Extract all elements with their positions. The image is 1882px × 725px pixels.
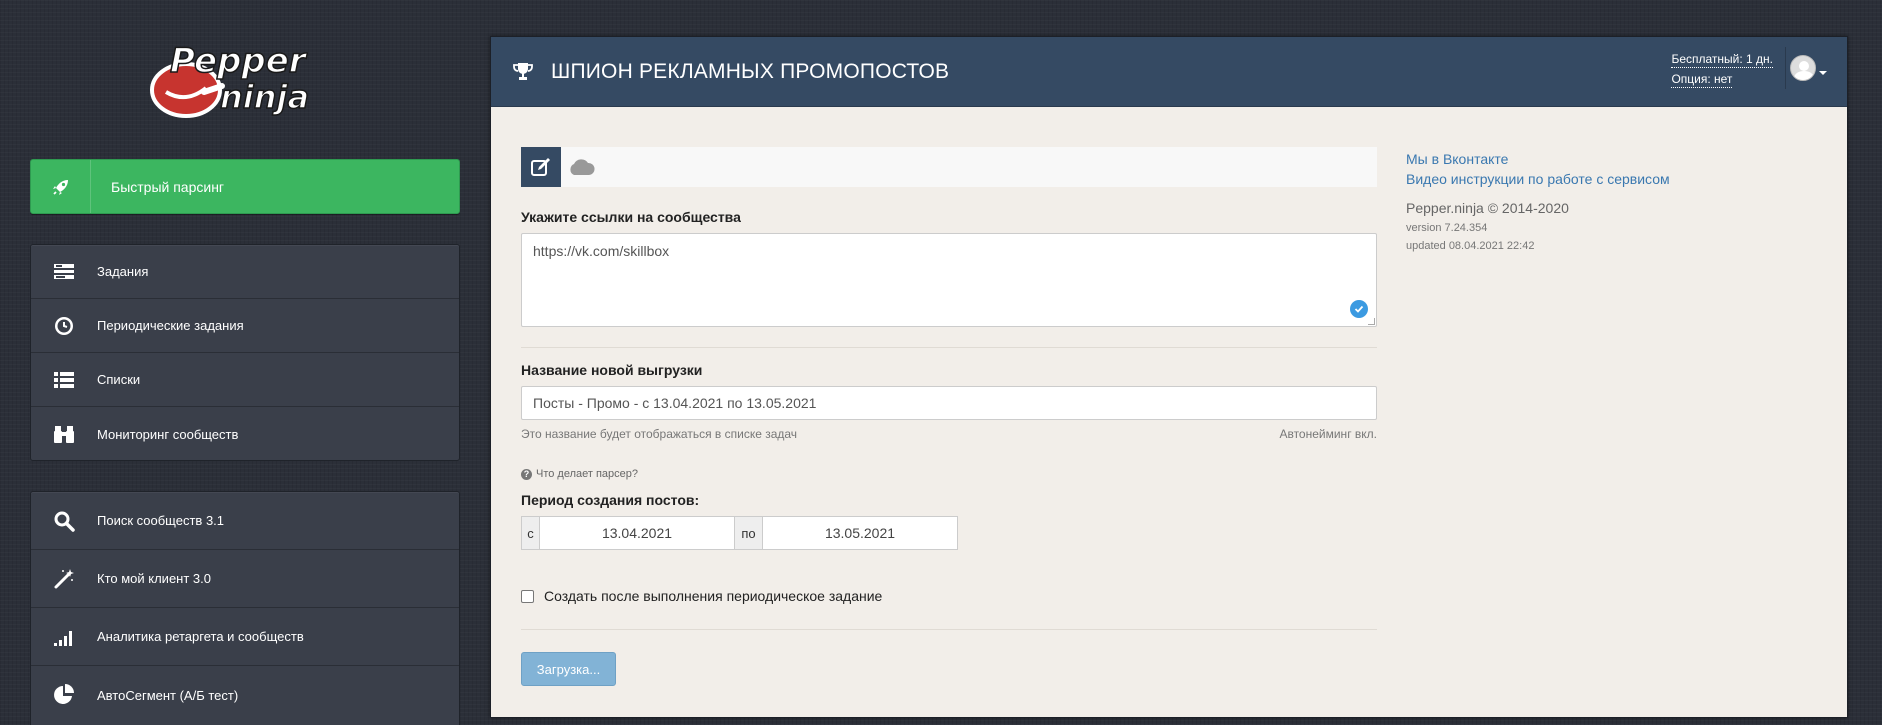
account-area: Бесплатный: 1 дн. Опция: нет (1671, 47, 1827, 91)
from-date-input[interactable]: 13.04.2021 (540, 516, 735, 550)
sidebar-item-label: Аналитика ретаргета и сообществ (97, 629, 304, 644)
check-icon (1350, 300, 1368, 318)
what-does-label: Что делает парсер? (536, 468, 639, 480)
main-panel: ШПИОН РЕКЛАМНЫХ ПРОМОПОСТОВ Бесплатный: … (490, 36, 1848, 718)
sidebar-item-community-search[interactable]: Поиск сообществ 3.1 (31, 492, 459, 550)
period-label: Период создания постов: (521, 492, 700, 508)
vk-link[interactable]: Мы в Вконтакте (1406, 149, 1670, 169)
signal-bars-icon (31, 625, 97, 649)
sidebar-item-lists[interactable]: Списки (31, 353, 459, 407)
communities-value: https://vk.com/skillbox (533, 243, 670, 259)
plan-link[interactable]: Бесплатный: 1 дн. (1671, 51, 1773, 68)
export-name-input[interactable]: Посты - Промо - с 13.04.2021 по 13.05.20… (521, 386, 1377, 420)
question-icon: ? (521, 468, 532, 480)
edit-icon (531, 158, 550, 176)
sidebar-group-tools: Поиск сообществ 3.1 Кто мой клиент 3.0 А… (30, 491, 460, 725)
periodic-task-checkbox[interactable] (521, 589, 534, 603)
sidebar-item-who-is-my-client[interactable]: Кто мой клиент 3.0 (31, 550, 459, 608)
divider (521, 629, 1377, 630)
sidebar-group-main: Задания Периодические задания Списки Мон… (30, 244, 460, 461)
search-icon (31, 509, 97, 533)
trophy-icon (513, 62, 533, 80)
sidebar-item-retarget-analytics[interactable]: Аналитика ретаргета и сообществ (31, 608, 459, 666)
avatar (1790, 55, 1816, 81)
parser-form: Укажите ссылки на сообщества https://vk.… (521, 147, 1377, 686)
sidebar-item-label: Кто мой клиент 3.0 (97, 571, 211, 586)
tab-manual-input[interactable] (521, 147, 561, 187)
copyright: Pepper.ninja © 2014-2020 (1406, 200, 1569, 216)
rocket-icon (31, 160, 91, 213)
option-link[interactable]: Опция: нет (1671, 71, 1733, 88)
sidebar-item-community-monitoring[interactable]: Мониторинг сообществ (31, 407, 459, 461)
periodic-task-option[interactable]: Создать после выполнения периодическое з… (521, 588, 1377, 604)
sidebar-item-tasks[interactable]: Задания (31, 245, 459, 299)
version: version 7.24.354 (1406, 222, 1488, 234)
page-title: ШПИОН РЕКЛАМНЫХ ПРОМОПОСТОВ (551, 59, 950, 83)
video-instructions-link[interactable]: Видео инструкции по работе с сервисом (1406, 169, 1670, 189)
pepper-ninja-logo[interactable]: Pepper ninja (148, 30, 348, 125)
autonaming-toggle[interactable]: Автонейминг вкл. (1279, 427, 1377, 441)
user-menu-toggle[interactable] (1785, 47, 1827, 89)
sidebar-item-label: Поиск сообществ 3.1 (97, 513, 225, 528)
sidebar-item-autosegment[interactable]: АвтоСегмент (А/Б тест) (31, 666, 459, 724)
period-range: с 13.04.2021 по 13.05.2021 (521, 516, 958, 550)
sidebar-item-label: Периодические задания (97, 318, 244, 333)
communities-label: Укажите ссылки на сообщества (521, 209, 741, 225)
export-name-help: Это название будет отображаться в списке… (521, 427, 798, 441)
quick-parse-label: Быстрый парсинг (111, 178, 225, 195)
periodic-task-label: Создать после выполнения периодическое з… (544, 588, 883, 604)
sidebar-item-label: Мониторинг сообществ (97, 426, 239, 442)
binoculars-icon (31, 422, 97, 446)
cloud-icon (570, 159, 595, 175)
tab-cloud-input[interactable] (561, 147, 601, 187)
to-addon: по (735, 516, 762, 550)
communities-textarea[interactable]: https://vk.com/skillbox (521, 233, 1377, 327)
divider (521, 347, 1377, 348)
sidebar-item-label: Задания (97, 264, 149, 279)
input-mode-tabs (521, 147, 1377, 187)
chevron-down-icon (1819, 71, 1827, 75)
clock-icon (31, 314, 97, 338)
submit-button[interactable]: Загрузка... (521, 652, 616, 686)
tasks-icon (31, 260, 97, 284)
sidebar-item-label: АвтоСегмент (А/Б тест) (97, 687, 239, 703)
from-addon: с (521, 516, 540, 550)
export-name-value: Посты - Промо - с 13.04.2021 по 13.05.20… (533, 395, 817, 411)
sidebar-item-label: Списки (97, 372, 141, 387)
pie-chart-icon (31, 683, 97, 707)
to-date-input[interactable]: 13.05.2021 (762, 516, 958, 550)
logo-text-pepper: Pepper (170, 41, 308, 81)
list-icon (31, 368, 97, 392)
side-info: Мы в Вконтакте Видео инструкции по работ… (1406, 149, 1670, 252)
quick-parse-button[interactable]: Быстрый парсинг (30, 159, 460, 214)
panel-header: ШПИОН РЕКЛАМНЫХ ПРОМОПОСТОВ Бесплатный: … (491, 37, 1847, 107)
sidebar-item-periodic-tasks[interactable]: Периодические задания (31, 299, 459, 353)
magic-wand-icon (31, 567, 97, 591)
updated-date: updated 08.04.2021 22:42 (1406, 240, 1535, 252)
resize-handle[interactable] (1368, 318, 1375, 325)
what-does-parser-link[interactable]: ? Что делает парсер? (521, 468, 1377, 480)
logo-text-ninja: ninja (220, 78, 309, 116)
export-name-label: Название новой выгрузки (521, 362, 703, 378)
